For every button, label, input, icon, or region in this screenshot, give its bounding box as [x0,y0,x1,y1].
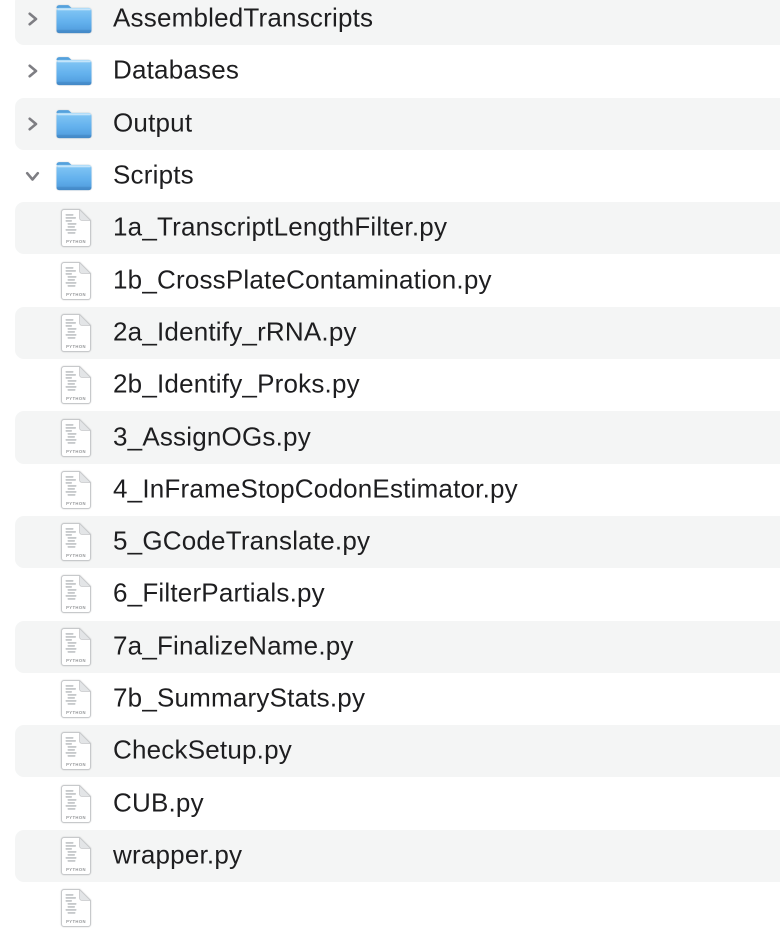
file-row[interactable]: PYTHON 4_InFrameStopCodonEstimator.py [0,464,780,516]
file-row[interactable]: PYTHON 7b_SummaryStats.py [0,673,780,725]
chevron-right-icon[interactable] [22,11,42,28]
file-name: 4_InFrameStopCodonEstimator.py [113,473,518,504]
file-list: AssembledTranscripts Databases [0,0,780,934]
folder-name: Databases [113,55,239,86]
python-icon-label: PYTHON [66,449,86,454]
python-icon-label: PYTHON [66,710,86,715]
python-icon-label: PYTHON [66,292,86,297]
python-icon-label: PYTHON [66,605,86,610]
file-name: 2b_Identify_Proks.py [113,369,360,400]
python-icon-label: PYTHON [66,501,86,506]
python-icon-label: PYTHON [66,658,86,663]
file-name: 1a_TranscriptLengthFilter.py [113,212,447,243]
python-file-icon: PYTHON [61,366,91,404]
python-icon-label: PYTHON [66,239,86,244]
file-row[interactable]: PYTHON 6_FilterPartials.py [0,568,780,620]
file-name: CheckSetup.py [113,735,292,766]
file-row[interactable]: PYTHON 2a_Identify_rRNA.py [0,307,780,359]
file-row[interactable]: PYTHON 3_AssignOGs.py [0,411,780,463]
python-file-icon: PYTHON [61,837,91,875]
python-file-icon: PYTHON [61,680,91,718]
folder-icon [55,161,93,192]
file-row[interactable]: PYTHON 1b_CrossPlateContamination.py [0,254,780,306]
file-row[interactable]: PYTHON [0,882,780,934]
folder-icon [55,56,93,87]
chevron-down-icon[interactable] [22,169,42,184]
python-file-icon: PYTHON [61,732,91,770]
python-file-icon: PYTHON [61,314,91,352]
chevron-right-icon[interactable] [22,63,42,80]
python-icon-label: PYTHON [66,553,86,558]
file-row[interactable]: PYTHON CUB.py [0,777,780,829]
python-icon-label: PYTHON [66,867,86,872]
file-name: 7b_SummaryStats.py [113,683,365,714]
python-file-icon: PYTHON [61,889,91,927]
folder-name: AssembledTranscripts [113,3,373,34]
python-icon-label: PYTHON [66,919,86,924]
python-icon-label: PYTHON [66,344,86,349]
folder-name: Scripts [113,160,194,191]
file-row[interactable]: PYTHON 5_GCodeTranslate.py [0,516,780,568]
file-name: 1b_CrossPlateContamination.py [113,264,492,295]
python-file-icon: PYTHON [61,209,91,247]
python-file-icon: PYTHON [61,628,91,666]
file-name: 2a_Identify_rRNA.py [113,316,357,347]
folder-icon [55,108,93,139]
file-name: 7a_FinalizeName.py [113,630,354,661]
python-icon-label: PYTHON [66,815,86,820]
folder-row[interactable]: AssembledTranscripts [0,0,780,45]
python-file-icon: PYTHON [61,785,91,823]
python-file-icon: PYTHON [61,262,91,300]
python-icon-label: PYTHON [66,762,86,767]
file-name: wrapper.py [113,839,242,870]
folder-row[interactable]: Output [0,98,780,150]
python-file-icon: PYTHON [61,471,91,509]
folder-name: Output [113,107,192,138]
file-row[interactable]: PYTHON 1a_TranscriptLengthFilter.py [0,202,780,254]
file-name: CUB.py [113,787,204,818]
file-name: 5_GCodeTranslate.py [113,526,370,557]
python-file-icon: PYTHON [61,523,91,561]
folder-row[interactable]: Databases [0,45,780,97]
file-name: 3_AssignOGs.py [113,421,311,452]
file-name: 6_FilterPartials.py [113,578,325,609]
folder-icon [55,4,93,35]
python-file-icon: PYTHON [61,419,91,457]
python-file-icon: PYTHON [61,575,91,613]
file-row[interactable]: PYTHON 2b_Identify_Proks.py [0,359,780,411]
chevron-right-icon[interactable] [22,115,42,132]
folder-row[interactable]: Scripts [0,150,780,202]
file-row[interactable]: PYTHON 7a_FinalizeName.py [0,621,780,673]
python-icon-label: PYTHON [66,396,86,401]
file-row[interactable]: PYTHON CheckSetup.py [0,725,780,777]
file-row[interactable]: PYTHON wrapper.py [0,830,780,882]
